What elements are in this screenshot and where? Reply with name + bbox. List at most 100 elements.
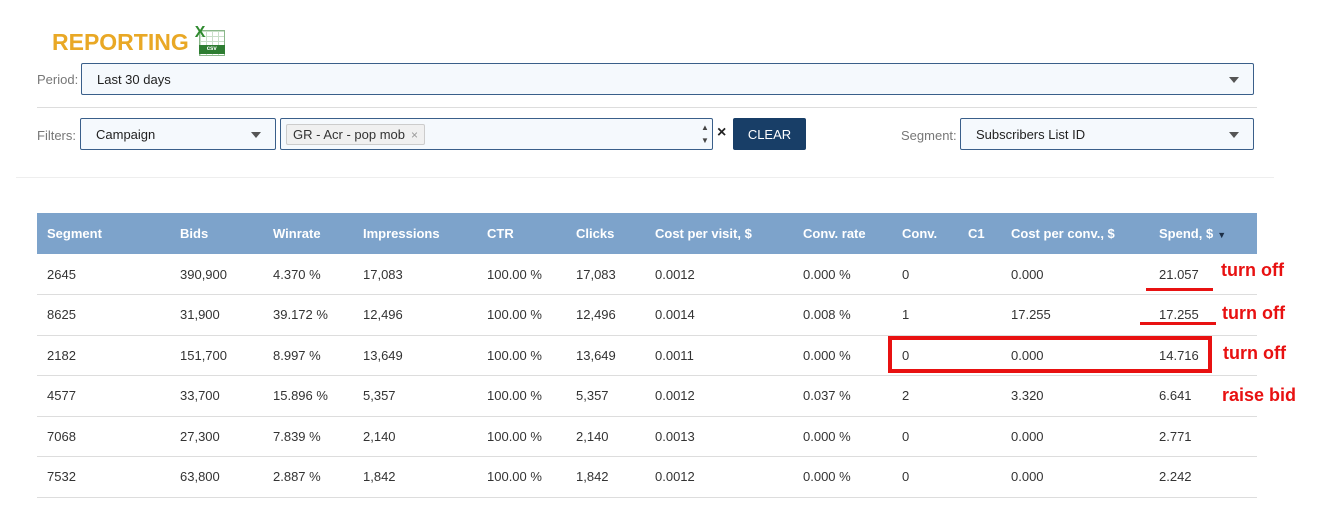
cell-conv-rate: 0.037 % [793, 375, 892, 417]
clear-x-icon[interactable]: × [717, 124, 726, 142]
page-title: REPORTING X csv [52, 24, 225, 56]
chevron-down-icon [1229, 132, 1239, 138]
annotation-underline [1140, 322, 1216, 325]
cell-clicks-link[interactable]: 2,140 [566, 416, 645, 457]
cell-cost-per-visit: 0.0012 [645, 254, 793, 295]
filter-tag: GR - Acr - pop mob × [286, 124, 425, 145]
segment-label: Segment: [901, 128, 957, 143]
table-row: 2645 390,900 4.370 % 17,083 100.00 % 17,… [37, 254, 1257, 295]
cell-segment: 4577 [37, 375, 170, 417]
cell-impressions: 12,496 [353, 294, 477, 336]
cell-ctr: 100.00 % [477, 416, 566, 457]
period-label: Period: [37, 72, 79, 87]
column-header-clicks[interactable]: Clicks [566, 213, 645, 254]
filters-label: Filters: [37, 128, 76, 143]
period-select-value: Last 30 days [97, 71, 171, 87]
column-header-bids[interactable]: Bids [170, 213, 263, 254]
cell-bids: 27,300 [170, 416, 263, 457]
column-header-ctr[interactable]: CTR [477, 213, 566, 254]
cell-winrate: 7.839 % [263, 416, 353, 457]
cell-impressions: 2,140 [353, 416, 477, 457]
cell-cost-per-visit: 0.0013 [645, 416, 793, 457]
cell-segment: 7068 [37, 416, 170, 457]
column-header-impressions[interactable]: Impressions [353, 213, 477, 254]
cell-clicks-link[interactable]: 1,842 [566, 456, 645, 498]
cell-bids: 390,900 [170, 254, 263, 295]
cell-impressions: 1,842 [353, 456, 477, 498]
section-divider [16, 177, 1274, 178]
cell-impressions: 5,357 [353, 375, 477, 417]
cell-bids: 31,900 [170, 294, 263, 336]
segment-select-value: Subscribers List ID [976, 126, 1086, 142]
filter-type-value: Campaign [96, 126, 156, 142]
cell-conv-rate: 0.000 % [793, 416, 892, 457]
column-header-segment[interactable]: Segment [37, 213, 170, 254]
clear-button[interactable]: CLEAR [733, 118, 806, 150]
table-row: 7532 63,800 2.887 % 1,842 100.00 % 1,842… [37, 456, 1257, 498]
csv-icon-label: csv [198, 45, 225, 54]
annotation-note: turn off [1222, 303, 1285, 323]
cell-conv-rate: 0.000 % [793, 335, 892, 376]
page-title-text: REPORTING [52, 28, 189, 55]
cell-c1 [958, 456, 1001, 498]
cell-cost-per-conv: 0.000 [1001, 254, 1149, 295]
cell-segment: 2182 [37, 335, 170, 376]
column-header-c1[interactable]: C1 [958, 213, 1001, 254]
table-row: 8625 31,900 39.172 % 12,496 100.00 % 12,… [37, 294, 1257, 336]
cell-c1 [958, 375, 1001, 417]
cell-winrate: 39.172 % [263, 294, 353, 336]
cell-conv: 2 [892, 375, 958, 417]
cell-winrate: 8.997 % [263, 335, 353, 376]
table-row: 7068 27,300 7.839 % 2,140 100.00 % 2,140… [37, 416, 1257, 457]
annotation-note: turn off [1221, 260, 1284, 280]
filter-tags-input[interactable]: GR - Acr - pop mob × ▲ ▼ [280, 118, 713, 150]
cell-conv: 1 [892, 294, 958, 336]
filters-divider [37, 107, 1257, 108]
csv-icon-x-letter: X [194, 24, 206, 41]
cell-conv-rate: 0.008 % [793, 294, 892, 336]
cell-ctr: 100.00 % [477, 254, 566, 295]
cell-bids: 63,800 [170, 456, 263, 498]
excel-csv-icon[interactable]: X csv [195, 24, 225, 56]
cell-cost-per-visit: 0.0012 [645, 456, 793, 498]
filter-tag-label: GR - Acr - pop mob [293, 126, 405, 142]
segment-select[interactable]: Subscribers List ID [960, 118, 1254, 150]
table-row: 4577 33,700 15.896 % 5,357 100.00 % 5,35… [37, 375, 1257, 417]
column-header-conv[interactable]: Conv. [892, 213, 958, 254]
cell-winrate: 4.370 % [263, 254, 353, 295]
cell-winrate: 2.887 % [263, 456, 353, 498]
cell-clicks-link[interactable]: 5,357 [566, 375, 645, 417]
column-header-cost-per-visit[interactable]: Cost per visit, $ [645, 213, 793, 254]
column-header-cost-per-conv[interactable]: Cost per conv., $ [1001, 213, 1149, 254]
cell-clicks-link[interactable]: 17,083 [566, 254, 645, 295]
remove-tag-icon[interactable]: × [411, 126, 418, 144]
cell-clicks-link[interactable]: 13,649 [566, 335, 645, 376]
column-header-winrate[interactable]: Winrate [263, 213, 353, 254]
cell-impressions: 13,649 [353, 335, 477, 376]
annotation-underline [1146, 288, 1213, 291]
column-header-spend[interactable]: Spend, $ ▼ [1149, 213, 1257, 254]
period-select[interactable]: Last 30 days [81, 63, 1254, 95]
annotation-highlight-box [888, 336, 1212, 373]
cell-spend: 2.771 [1149, 416, 1257, 457]
cell-c1 [958, 294, 1001, 336]
cell-winrate: 15.896 % [263, 375, 353, 417]
cell-segment: 2645 [37, 254, 170, 295]
scroll-arrows-icon[interactable]: ▲ ▼ [700, 121, 710, 147]
cell-ctr: 100.00 % [477, 294, 566, 336]
cell-cost-per-visit: 0.0014 [645, 294, 793, 336]
filter-type-select[interactable]: Campaign [80, 118, 276, 150]
cell-cost-per-conv: 0.000 [1001, 456, 1149, 498]
cell-ctr: 100.00 % [477, 335, 566, 376]
cell-conv-rate: 0.000 % [793, 456, 892, 498]
cell-bids: 151,700 [170, 335, 263, 376]
cell-clicks-link[interactable]: 12,496 [566, 294, 645, 336]
cell-bids: 33,700 [170, 375, 263, 417]
column-header-conv-rate[interactable]: Conv. rate [793, 213, 892, 254]
cell-impressions: 17,083 [353, 254, 477, 295]
cell-conv: 0 [892, 456, 958, 498]
cell-ctr: 100.00 % [477, 375, 566, 417]
cell-c1 [958, 416, 1001, 457]
sort-desc-icon: ▼ [1217, 230, 1227, 240]
cell-spend: 2.242 [1149, 456, 1257, 498]
